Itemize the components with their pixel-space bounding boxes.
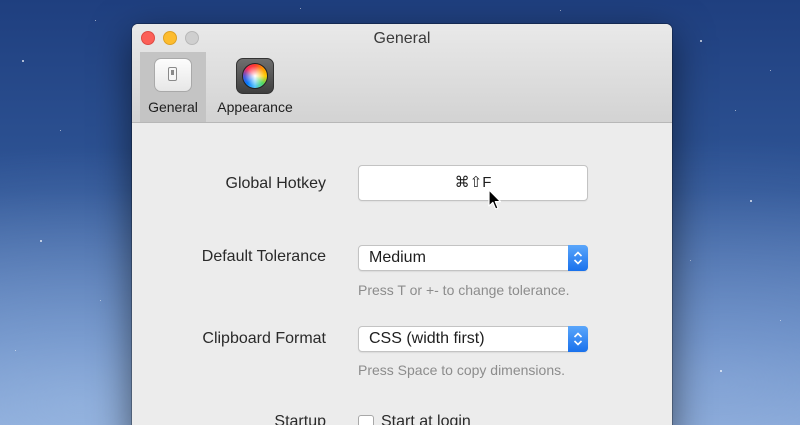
default-tolerance-select[interactable]: Medium xyxy=(358,245,588,271)
clipboard-format-label: Clipboard Format xyxy=(202,330,326,347)
window-title: General xyxy=(373,30,431,47)
startup-label: Startup xyxy=(274,413,326,425)
star xyxy=(15,350,16,351)
star xyxy=(770,70,771,71)
clipboard-format-select[interactable]: CSS (width first) xyxy=(358,326,588,352)
star xyxy=(735,110,736,111)
start-at-login-checkbox[interactable] xyxy=(358,415,374,425)
star xyxy=(22,60,24,62)
default-tolerance-value: Medium xyxy=(369,249,426,266)
title-bar: General General Appearance xyxy=(132,24,672,123)
star xyxy=(40,240,42,242)
general-settings-pane: Global Hotkey ⌘⇧F Default Tolerance Medi… xyxy=(132,123,672,425)
star xyxy=(690,260,691,261)
tab-appearance-label: Appearance xyxy=(217,99,293,115)
tab-appearance[interactable]: Appearance xyxy=(212,52,298,122)
global-hotkey-field[interactable]: ⌘⇧F xyxy=(358,165,588,201)
up-down-chevrons-icon xyxy=(568,326,588,352)
star xyxy=(750,200,752,202)
clipboard-hint: Press Space to copy dimensions. xyxy=(358,362,565,378)
global-hotkey-label: Global Hotkey xyxy=(225,175,327,192)
star xyxy=(780,320,781,321)
color-wheel-icon xyxy=(236,58,274,94)
tab-general[interactable]: General xyxy=(140,52,206,122)
switch-body xyxy=(168,67,177,81)
switch-knob xyxy=(171,70,174,75)
mouse-pointer-icon xyxy=(488,189,502,210)
start-at-login-label[interactable]: Start at login xyxy=(381,413,471,425)
color-wheel xyxy=(242,63,268,89)
default-tolerance-label: Default Tolerance xyxy=(201,248,326,265)
preferences-window: General General Appearance Global Hotkey… xyxy=(132,24,672,425)
up-down-chevrons-icon xyxy=(568,245,588,271)
star xyxy=(95,20,96,21)
star xyxy=(700,40,702,42)
star xyxy=(560,10,561,11)
star xyxy=(60,130,61,131)
star xyxy=(300,8,301,9)
light-switch-icon xyxy=(154,58,192,92)
clipboard-format-value: CSS (width first) xyxy=(369,330,485,347)
tab-general-label: General xyxy=(148,99,198,115)
star xyxy=(720,370,722,372)
star xyxy=(100,300,101,301)
tolerance-hint: Press T or +- to change tolerance. xyxy=(358,282,570,298)
